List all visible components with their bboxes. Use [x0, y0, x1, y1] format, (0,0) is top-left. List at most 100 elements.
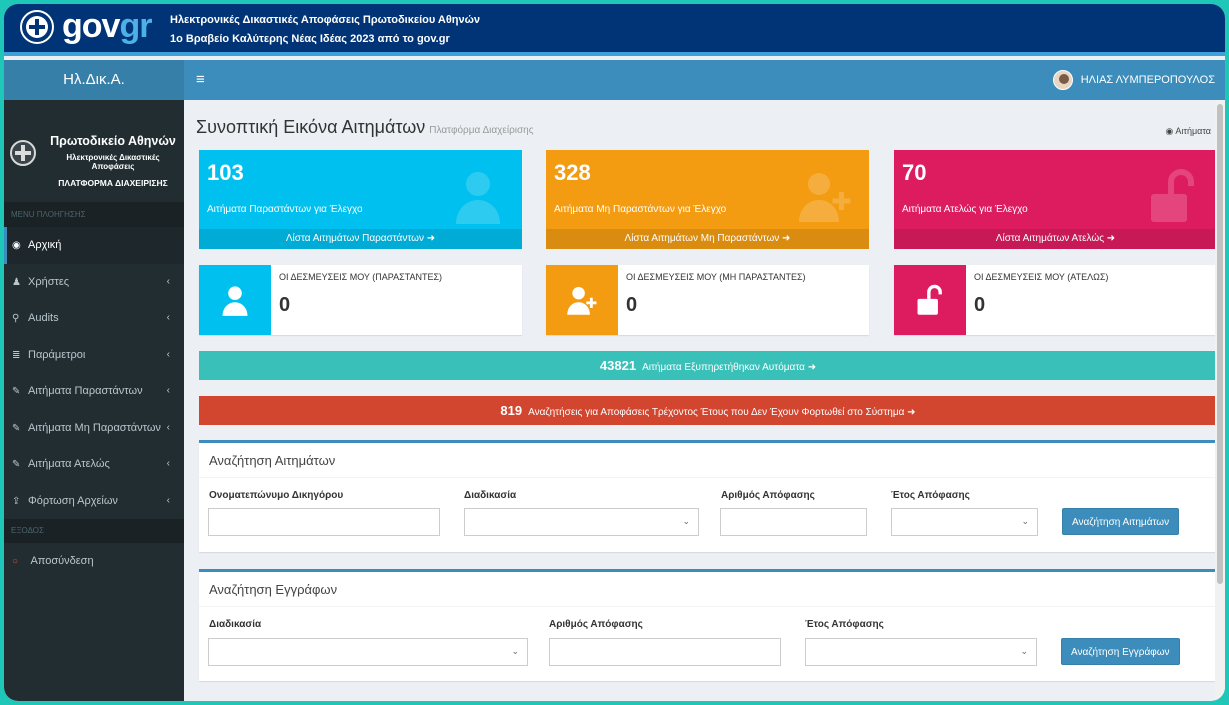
search-documents-title: Αναζήτηση Εγγράφων	[209, 582, 338, 597]
auto-served-text: Αιτήματα Εξυπηρετήθηκαν Αυτόματα ➜	[642, 362, 817, 373]
chevron-left-icon: ‹	[166, 494, 170, 506]
stat-box: 70 Αιτήματα Ατελώς για Έλεγχο Λίστα Αιτημά…	[894, 150, 1217, 249]
search-requests-title: Αναζήτηση Αιτημάτων	[209, 453, 336, 468]
sidebar-item-5[interactable]: ✎ Αιτήματα Μη Παραστάντων ‹	[4, 410, 184, 447]
sidebar-item-logout[interactable]: ○ Αποσύνδεση	[4, 543, 184, 580]
upload-icon: ⇪	[12, 495, 21, 507]
chevron-left-icon: ‹	[166, 312, 170, 323]
procedure-label: Διαδικασία	[464, 490, 517, 501]
chevron-left-icon: ‹	[166, 421, 170, 433]
auto-served-count: 43821	[599, 358, 637, 373]
sidebar: Πρωτοδικείο Αθηνών Ηλεκτρονικές Δικαστικ…	[4, 100, 184, 701]
commitment-label: ΟΙ ΔΕΣΜΕΥΣΕΙΣ ΜΟΥ (ΜΗ ΠΑΡΑΣΤΑΝΤΕΣ)	[626, 272, 806, 282]
menu-header: MENU ΠΛΟΗΓΗΣΗΣ	[4, 203, 184, 227]
procedure-select[interactable]: ⌄	[208, 638, 528, 666]
chevron-down-icon: ⌄	[1021, 516, 1029, 526]
decision-number-input[interactable]	[720, 508, 867, 536]
search-icon: ⚲	[12, 313, 20, 324]
stat-value: 328	[554, 160, 591, 185]
procedure-label: Διαδικασία	[209, 619, 262, 630]
chevron-down-icon: ⌄	[511, 646, 519, 656]
top-navbar: Ηλ.Δικ.Α. ≡ ΗΛΙΑΣ ΛΥΜΠΕΡΟΠΟΥΛΟΣ	[4, 60, 1225, 100]
commitment-label: ΟΙ ΔΕΣΜΕΥΣΕΙΣ ΜΟΥ (ΠΑΡΑΣΤΑΝΤΕΣ)	[279, 272, 443, 282]
sidebar-item-label: Φόρτωση Αρχείων	[28, 494, 118, 507]
stat-label: Αιτήματα Μη Παραστάντων για Έλεγχο	[554, 204, 727, 215]
chevron-left-icon: ‹	[166, 385, 170, 396]
lawyer-name-input[interactable]	[208, 508, 440, 536]
search-requests-button[interactable]: Αναζήτηση Αιτημάτων	[1062, 508, 1180, 535]
auto-served-bar[interactable]: 43821 Αιτήματα Εξυπηρετήθηκαν Αυτόματα ➜	[199, 351, 1217, 380]
stat-label: Αιτήματα Ατελώς για Έλεγχο	[902, 204, 1028, 215]
gov-header-title: Ηλεκτρονικές Δικαστικές Αποφάσεις Πρωτοδ…	[170, 14, 481, 26]
stat-value: 70	[902, 160, 927, 185]
decision-number-label: Αριθμός Απόφασης	[721, 490, 815, 501]
missing-decisions-text: Αναζητήσεις για Αποφάσεις Τρέχοντος Έτου…	[528, 407, 916, 418]
unlock-icon	[1143, 166, 1203, 226]
decision-year-label: Έτος Απόφασης	[805, 619, 884, 630]
user-menu[interactable]: ΗΛΙΑΣ ΛΥΜΠΕΡΟΠΟΥΛΟΣ	[1052, 70, 1215, 90]
decision-number-input[interactable]	[549, 638, 781, 666]
commitment-value: 0	[279, 294, 291, 316]
edit-icon: ✎	[12, 459, 21, 470]
stat-box: 103 Αιτήματα Παραστάντων για Έλεγχο Λίστα …	[199, 150, 522, 249]
commitment-label: ΟΙ ΔΕΣΜΕΥΣΕΙΣ ΜΟΥ (ΑΤΕΛΩΣ)	[974, 272, 1109, 282]
sidebar-item-0[interactable]: ◉ Αρχική	[4, 227, 184, 264]
user-plus-icon	[546, 265, 618, 335]
commitment-box: ΟΙ ΔΕΣΜΕΥΣΕΙΣ ΜΟΥ (ΑΤΕΛΩΣ) 0	[894, 265, 1217, 335]
commitment-box: ΟΙ ΔΕΣΜΕΥΣΕΙΣ ΜΟΥ (ΜΗ ΠΑΡΑΣΤΑΝΤΕΣ) 0	[546, 265, 869, 335]
chevron-left-icon: ‹	[166, 458, 170, 469]
chevron-left-icon: ‹	[166, 275, 170, 287]
scrollbar-thumb[interactable]	[1217, 104, 1223, 584]
app-brand[interactable]: Ηλ.Δικ.Α.	[4, 60, 184, 100]
commitment-value: 0	[626, 294, 638, 316]
sidebar-item-3[interactable]: ≣ Παράμετροι ‹	[4, 337, 184, 374]
dashboard-icon: ◉	[1165, 126, 1174, 136]
sidebar-item-label: Αποσύνδεση	[30, 555, 94, 567]
dashboard-icon: ◉	[12, 240, 21, 251]
edit-icon: ✎	[12, 386, 21, 397]
sidebar-item-label: Χρήστες	[28, 275, 70, 288]
sidebar-item-2[interactable]: ⚲ Audits ‹	[4, 300, 184, 337]
user-icon: ♟	[12, 276, 21, 288]
gov-emblem-icon	[20, 10, 54, 44]
lawyer-label: Ονοματεπώνυμο Δικηγόρου	[209, 490, 344, 501]
sidebar-item-label: Αιτήματα Παραστάντων	[28, 385, 143, 397]
page-scrollbar[interactable]	[1215, 100, 1225, 701]
commitment-box: ΟΙ ΔΕΣΜΕΥΣΕΙΣ ΜΟΥ (ΠΑΡΑΣΤΑΝΤΕΣ) 0	[199, 265, 522, 335]
stat-value: 103	[207, 160, 244, 185]
sidebar-item-label: Αρχική	[28, 239, 62, 251]
stat-list-link[interactable]: Λίστα Αιτημάτων Μη Παραστάντων ➜	[546, 229, 869, 249]
gov-header-subtitle: 1ο Βραβείο Καλύτερης Νέας Ιδέας 2023 από…	[170, 33, 450, 45]
search-documents-panel: Αναζήτηση Εγγράφων Διαδικασία ⌄ Αριθμός …	[199, 569, 1217, 681]
platform-label: ΠΛΑΤΦΟΡΜΑ ΔΙΑΧΕΙΡΙΣΗΣ	[58, 178, 168, 188]
stat-label: Αιτήματα Παραστάντων για Έλεγχο	[207, 204, 363, 215]
procedure-select[interactable]: ⌄	[464, 508, 699, 536]
govgr-logo[interactable]: govgr	[62, 7, 152, 45]
sidebar-toggle-button[interactable]: ≡	[196, 70, 205, 90]
breadcrumb[interactable]: ◉ Αιτήματα	[1166, 126, 1211, 137]
missing-decisions-bar[interactable]: 819 Αναζητήσεις για Αποφάσεις Τρέχοντος Έ…	[199, 396, 1217, 425]
sidebar-item-1[interactable]: ♟ Χρήστες ‹	[4, 264, 184, 301]
avatar	[1052, 70, 1073, 90]
court-name: Πρωτοδικείο Αθηνών	[50, 134, 176, 148]
user-plus-icon	[795, 166, 855, 226]
search-documents-button[interactable]: Αναζήτηση Εγγράφων	[1061, 638, 1180, 665]
stat-list-link[interactable]: Λίστα Αιτημάτων Παραστάντων ➜	[199, 229, 522, 249]
stat-box: 328 Αιτήματα Μη Παραστάντων για Έλεγχο Λίσ…	[546, 150, 869, 249]
app-frame: govgr Ηλεκτρονικές Δικαστικές Αποφάσεις …	[4, 4, 1225, 701]
unlock-icon	[894, 265, 966, 335]
stat-list-link[interactable]: Λίστα Αιτημάτων Ατελώς ➜	[894, 229, 1217, 249]
decision-year-select[interactable]: ⌄	[891, 508, 1038, 536]
edit-icon: ✎	[12, 422, 21, 434]
exit-header: ΕΞΟΔΟΣ	[4, 519, 184, 543]
decision-number-label: Αριθμός Απόφασης	[549, 619, 643, 630]
chevron-down-icon: ⌄	[1020, 646, 1028, 656]
chevron-left-icon: ‹	[166, 348, 170, 360]
user-icon	[199, 265, 271, 335]
decision-year-select[interactable]: ⌄	[805, 638, 1037, 666]
list-icon: ≣	[12, 349, 21, 361]
sidebar-item-6[interactable]: ✎ Αιτήματα Ατελώς ‹	[4, 446, 184, 483]
sidebar-item-label: Αιτήματα Ατελώς	[28, 458, 110, 470]
sidebar-item-7[interactable]: ⇪ Φόρτωση Αρχείων ‹	[4, 483, 184, 520]
sidebar-item-4[interactable]: ✎ Αιτήματα Παραστάντων ‹	[4, 373, 184, 410]
